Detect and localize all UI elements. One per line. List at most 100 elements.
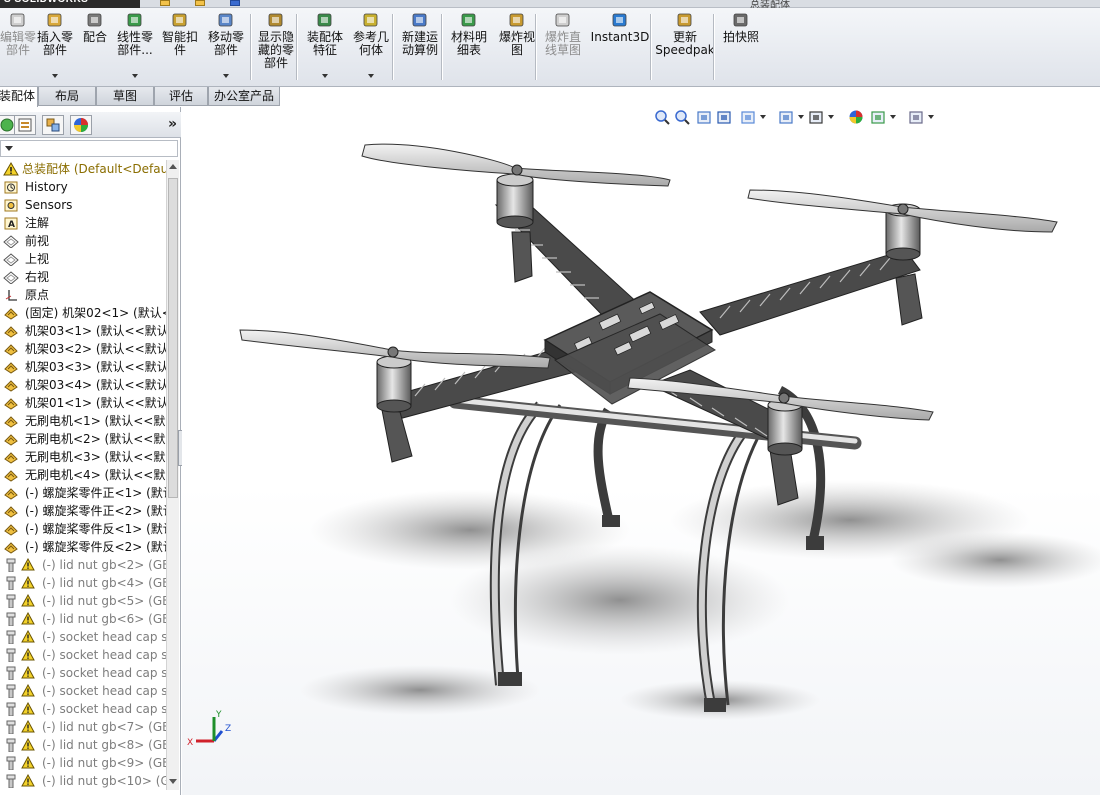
warning-icon [21, 576, 35, 589]
ribbon-separator [296, 14, 297, 80]
tree-item[interactable]: (-) lid nut gb<8> (GB [0, 736, 166, 754]
tree-item[interactable]: (-) lid nut gb<6> (GB [0, 610, 166, 628]
ribbon-button-14[interactable]: 更新 Speedpak [655, 8, 715, 84]
ribbon-button-2[interactable]: 配合 [79, 8, 111, 84]
propertymanager-tab[interactable] [14, 115, 36, 135]
toolbox-part-icon [6, 774, 16, 788]
scroll-up-icon[interactable] [169, 164, 177, 169]
assembly-features-icon [317, 13, 332, 27]
tree-item[interactable]: (-) socket head cap s [0, 664, 166, 682]
tree-item[interactable]: 无刷电机<1> (默认<<默认 [0, 412, 166, 430]
dropdown-arrow-icon[interactable] [223, 74, 229, 78]
app-logo: S SOLIDWORKS [0, 0, 140, 8]
panel-expand-button[interactable]: » [168, 116, 177, 132]
tree-item[interactable]: Sensors [0, 196, 166, 214]
gear-foot [704, 698, 726, 712]
dropdown-arrow-icon[interactable] [52, 74, 58, 78]
ribbon-button-8[interactable]: 参考几 何体 [349, 8, 393, 84]
tree-item[interactable]: (-) socket head cap s [0, 628, 166, 646]
toolbox-part-icon [6, 684, 16, 698]
ribbon-button-7[interactable]: 装配体 特征 [302, 8, 348, 84]
part-icon [4, 434, 18, 446]
ribbon-button-1[interactable]: 插入零 部件 [34, 8, 76, 84]
tree-item[interactable]: A 注解 [0, 214, 166, 232]
ribbon-button-6[interactable]: 显示隐 藏的零 部件 [254, 8, 298, 84]
tree-item[interactable]: (-) 螺旋桨零件正<2> (默认 [0, 502, 166, 520]
tree-item[interactable]: 上视 [0, 250, 166, 268]
tab-1[interactable]: 布局 [38, 87, 96, 106]
tree-item[interactable]: (-) lid nut gb<2> (GB [0, 556, 166, 574]
dropdown-arrow-icon[interactable] [322, 74, 328, 78]
ribbon-button-11[interactable]: 爆炸视 图 [495, 8, 539, 84]
tree-item-label: (-) 螺旋桨零件正<1> (默认 [25, 486, 166, 500]
quick-access-save-icon[interactable] [230, 0, 240, 6]
instant3d-icon [612, 13, 627, 27]
dropdown-arrow-icon[interactable] [132, 74, 138, 78]
quick-access-open-icon[interactable] [195, 0, 205, 6]
scroll-thumb[interactable] [168, 178, 178, 498]
tree-root-assembly[interactable]: 总装配体 (Default<Defau [0, 160, 166, 178]
tree-item[interactable]: 右视 [0, 268, 166, 286]
ribbon-button-5[interactable]: 移动零 部件 [204, 8, 248, 84]
tab-2[interactable]: 草图 [96, 87, 154, 106]
tree-item[interactable]: (-) lid nut gb<9> (GB [0, 754, 166, 772]
tree-item[interactable]: 机架03<2> (默认<<默认 [0, 340, 166, 358]
part-icon [4, 398, 18, 410]
tree-item[interactable]: (-) 螺旋桨零件反<2> (默认 [0, 538, 166, 556]
toolbox-part-icon [6, 666, 16, 680]
tab-3[interactable]: 评估 [154, 87, 208, 106]
tree-item[interactable]: 机架03<3> (默认<<默认 [0, 358, 166, 376]
tab-4[interactable]: 办公室产品 [208, 87, 280, 106]
tree-item[interactable]: (-) lid nut gb<10> (G [0, 772, 166, 790]
tree-item[interactable]: (-) socket head cap s [0, 700, 166, 718]
warning-icon [21, 648, 35, 661]
part-icon [4, 470, 18, 482]
tree-item[interactable]: (-) lid nut gb<4> (GB [0, 574, 166, 592]
toolbox-part-icon [6, 702, 16, 716]
ribbon-button-4[interactable]: 智能扣 件 [159, 8, 201, 84]
ribbon-button-12[interactable]: 爆炸直 线草图 [541, 8, 585, 84]
tree-scrollbar[interactable] [166, 160, 179, 790]
tree-item[interactable]: (-) socket head cap s [0, 646, 166, 664]
configurationmanager-tab[interactable] [42, 115, 64, 135]
tree-item[interactable]: (-) socket head cap s [0, 682, 166, 700]
tree-item[interactable]: 机架03<1> (默认<<默认 [0, 322, 166, 340]
tree-item[interactable]: 机架01<1> (默认<<默认 [0, 394, 166, 412]
tree-item-label: (-) socket head cap s [42, 702, 166, 716]
part-icon [4, 542, 18, 554]
ribbon-button-0[interactable]: 编辑零 部件 [0, 8, 38, 84]
drone-assembly-model[interactable] [182, 107, 1100, 795]
tree-item[interactable]: 无刷电机<4> (默认<<默认 [0, 466, 166, 484]
ribbon-button-9[interactable]: 新建运 动算例 [397, 8, 443, 84]
tree-item[interactable]: (-) lid nut gb<5> (GB [0, 592, 166, 610]
ribbon-button-label: 配合 [82, 30, 107, 44]
appearance-tab[interactable] [70, 115, 92, 135]
tree-item[interactable]: (-) lid nut gb<7> (GB [0, 718, 166, 736]
tree-item[interactable]: 前视 [0, 232, 166, 250]
tree-item-label: (-) lid nut gb<10> (G [42, 774, 166, 788]
dropdown-arrow-icon[interactable] [368, 74, 374, 78]
tab-0[interactable]: 装配体 [0, 87, 38, 107]
tree-item[interactable]: (-) 螺旋桨零件反<1> (默认 [0, 520, 166, 538]
tree-item[interactable]: 机架03<4> (默认<<默认 [0, 376, 166, 394]
tree-item[interactable]: (-) 螺旋桨零件正<1> (默认 [0, 484, 166, 502]
scroll-down-icon[interactable] [169, 779, 177, 784]
ribbon-button-13[interactable]: Instant3D [590, 8, 650, 84]
ribbon-button-label: Instant3D [590, 30, 650, 44]
svg-text:A: A [8, 220, 15, 230]
tree-item[interactable]: 无刷电机<2> (默认<<默认 [0, 430, 166, 448]
tree-item[interactable]: History [0, 178, 166, 196]
ribbon-button-10[interactable]: 材料明 细表 [447, 8, 491, 84]
ribbon-button-3[interactable]: 线性零 部件... [114, 8, 156, 84]
quick-access-new-icon[interactable] [160, 0, 170, 6]
tree-item[interactable]: 无刷电机<3> (默认<<默认 [0, 448, 166, 466]
tree-item[interactable]: (固定) 机架02<1> (默认< [0, 304, 166, 322]
ribbon-separator [441, 14, 442, 80]
tree-filter[interactable] [0, 140, 178, 157]
tree-item[interactable]: 原点 [0, 286, 166, 304]
panel-tab-bar: » [0, 112, 181, 138]
ribbon-button-15[interactable]: 拍快照 [718, 8, 764, 84]
graphics-area[interactable]: X Y Z [182, 107, 1100, 795]
filter-dropdown-icon[interactable] [5, 146, 13, 151]
part-icon [4, 452, 18, 464]
